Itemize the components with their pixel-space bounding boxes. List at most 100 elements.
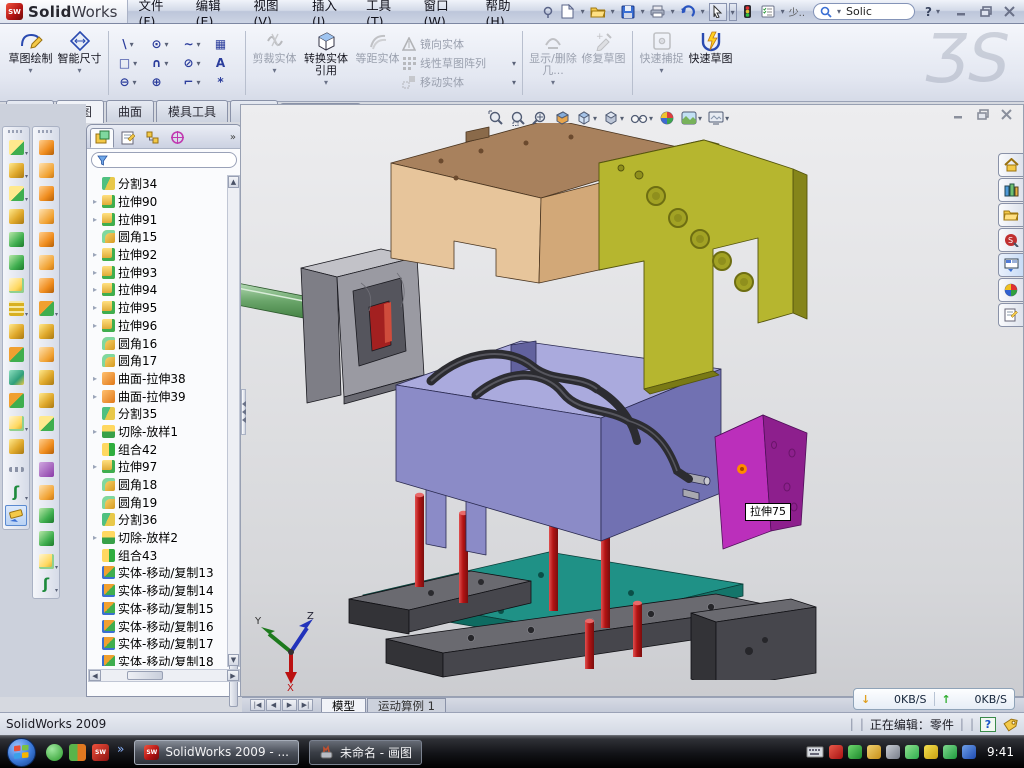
section-view-icon[interactable] (554, 110, 570, 126)
configuration-manager-tab[interactable] (140, 128, 164, 148)
tree-filter-input[interactable] (91, 152, 237, 168)
scroll-right-button[interactable]: ▶ (227, 670, 239, 681)
offset-entities-button[interactable]: 等距实体 ▾ (353, 27, 402, 99)
instant3d-button[interactable] (5, 505, 27, 526)
pin-icon[interactable] (539, 3, 557, 21)
tree-item[interactable]: ▸ 拉伸91 (89, 210, 226, 228)
custom-properties-button[interactable] (998, 303, 1023, 327)
tree-item[interactable]: ▸ 实体-移动/复制16 (89, 617, 226, 635)
file-explorer-button[interactable] (998, 203, 1023, 227)
options-dropdown[interactable]: ▾ (779, 7, 787, 16)
magenta-insert[interactable] (715, 415, 807, 549)
surface-tool-button[interactable]: ▾ (35, 252, 57, 273)
zoom-to-area-icon[interactable] (510, 110, 526, 126)
ribbon-tab[interactable]: 曲面 (106, 100, 154, 122)
panel-splitter-handle[interactable] (241, 389, 246, 435)
tree-item[interactable]: ▸ 拉伸93 (89, 263, 226, 281)
expand-arrow[interactable]: ▸ (91, 392, 99, 401)
tree-item[interactable]: ▸ 曲面-拉伸39 (89, 387, 226, 405)
tray-icon[interactable] (962, 745, 976, 759)
display-delete-relations-button[interactable]: 显示/删除几... ▾ (527, 27, 579, 99)
feature-tool-button[interactable]: ▾ (5, 229, 27, 250)
scroll-left-button[interactable]: ◀ (89, 670, 101, 681)
appearances-scenes-button[interactable] (998, 278, 1023, 302)
surface-tool-button[interactable]: ▾ (35, 183, 57, 204)
tree-item[interactable]: ▸ 实体-移动/复制15 (89, 600, 226, 618)
ribbon-tab[interactable]: 模具工具 (156, 100, 228, 122)
sketch-entity-button[interactable]: A▾ (209, 55, 241, 72)
feature-tool-button[interactable]: ▾ (5, 436, 27, 457)
tree-item[interactable]: ▸ 实体-移动/复制17 (89, 635, 226, 653)
doc-restore-button[interactable] (977, 109, 989, 120)
help-dropdown[interactable]: ▾ (934, 7, 942, 16)
graphics-area[interactable]: ▾ ▾ ▾ ▾ ▾ S 拉伸75 (240, 104, 1024, 697)
tree-item[interactable]: ▸ 组合42 (89, 440, 226, 458)
doc-minimize-button[interactable] (953, 109, 965, 120)
toolbar-overflow-label[interactable]: 少.. (789, 4, 805, 19)
property-manager-tab[interactable] (115, 128, 139, 148)
start-button[interactable] (7, 738, 36, 767)
close-button[interactable] (1004, 6, 1016, 17)
save-icon[interactable] (619, 3, 637, 21)
quick-snaps-button[interactable]: 快速捕捉 ▾ (637, 27, 686, 99)
feature-tool-button[interactable]: ʃ▾ (5, 482, 27, 503)
surface-tool-button[interactable]: ʃ▾ (35, 574, 57, 595)
magnified-selection-icon[interactable] (532, 110, 548, 126)
edit-appearance-icon[interactable] (659, 110, 675, 126)
clamp-block[interactable] (301, 249, 424, 404)
design-library-button[interactable] (998, 178, 1023, 202)
new-document-icon[interactable] (559, 3, 577, 21)
rapid-sketch-button[interactable]: 快速草图 ▾ (686, 27, 735, 99)
open-dropdown[interactable]: ▾ (609, 7, 617, 16)
first-tab-button[interactable]: |◀ (250, 699, 265, 711)
sketch-entity-button[interactable]: ⊖▾ (113, 74, 145, 91)
surface-tool-button[interactable]: ▾ (35, 459, 57, 480)
surface-tool-button[interactable]: ▾ (35, 413, 57, 434)
expand-arrow[interactable]: ▸ (91, 303, 99, 312)
quick-launch-chevron[interactable]: » (117, 742, 124, 756)
surface-tool-button[interactable]: ▾ (35, 505, 57, 526)
repair-sketch-button[interactable]: + 修复草图 ▾ (579, 27, 628, 99)
tray-icon[interactable] (867, 745, 881, 759)
model-tab[interactable]: 模型 (321, 698, 366, 712)
sketch-entity-button[interactable]: ⌐▾ (177, 74, 209, 91)
surface-tool-button[interactable]: ▾ (35, 275, 57, 296)
surface-tool-button[interactable]: ▾ (35, 321, 57, 342)
feature-tool-button[interactable]: ▾ (5, 413, 27, 434)
tree-item[interactable]: ▸ 分割35 (89, 405, 226, 423)
expand-arrow[interactable]: ▸ (91, 268, 99, 277)
search-input[interactable]: Solic (846, 5, 872, 18)
prev-tab-button[interactable]: ◀ (266, 699, 281, 711)
sketch-entity-button[interactable]: ⊙▾ (145, 36, 177, 53)
move-entities-button[interactable]: 移动实体 ▾ (402, 74, 518, 90)
select-dropdown[interactable]: ▾ (729, 3, 737, 21)
mirror-entities-button[interactable]: 镜向实体 (402, 36, 518, 52)
next-tab-button[interactable]: ▶ (282, 699, 297, 711)
tree-item[interactable]: ▸ 圆角18 (89, 476, 226, 494)
expand-arrow[interactable]: ▸ (91, 533, 99, 542)
tree-item[interactable]: ▸ 圆角16 (89, 334, 226, 352)
tray-icon[interactable] (848, 745, 862, 759)
feature-tool-button[interactable]: ▾ (5, 275, 27, 296)
undo-dropdown[interactable]: ▾ (699, 7, 707, 16)
new-dropdown[interactable]: ▾ (579, 7, 587, 16)
linear-sketch-pattern-button[interactable]: 线性草图阵列 ▾ (402, 55, 518, 71)
tree-item[interactable]: ▸ 拉伸90 (89, 193, 226, 211)
tray-icon[interactable] (829, 745, 843, 759)
surface-tool-button[interactable]: ▾ (35, 137, 57, 158)
tree-item[interactable]: ▸ 曲面-拉伸38 (89, 370, 226, 388)
surface-tool-button[interactable]: ▾ (35, 206, 57, 227)
sketch-entity-button[interactable]: ▦▾ (209, 36, 241, 53)
search-results-button[interactable]: S (998, 228, 1023, 252)
tree-item[interactable]: ▸ 拉伸95 (89, 299, 226, 317)
last-tab-button[interactable]: ▶| (298, 699, 313, 711)
save-dropdown[interactable]: ▾ (639, 7, 647, 16)
doc-close-button[interactable] (1001, 109, 1013, 120)
tray-icon[interactable] (924, 745, 938, 759)
tree-item[interactable]: ▸ 分割36 (89, 511, 226, 529)
tree-item[interactable]: ▸ 拉伸94 (89, 281, 226, 299)
feature-tool-button[interactable]: ▾ (5, 137, 27, 158)
trim-entities-button[interactable]: 剪裁实体 ▾ (250, 27, 299, 99)
help-button[interactable]: ? (925, 5, 932, 19)
motion-study-tab[interactable]: 运动算例 1 (367, 698, 446, 712)
